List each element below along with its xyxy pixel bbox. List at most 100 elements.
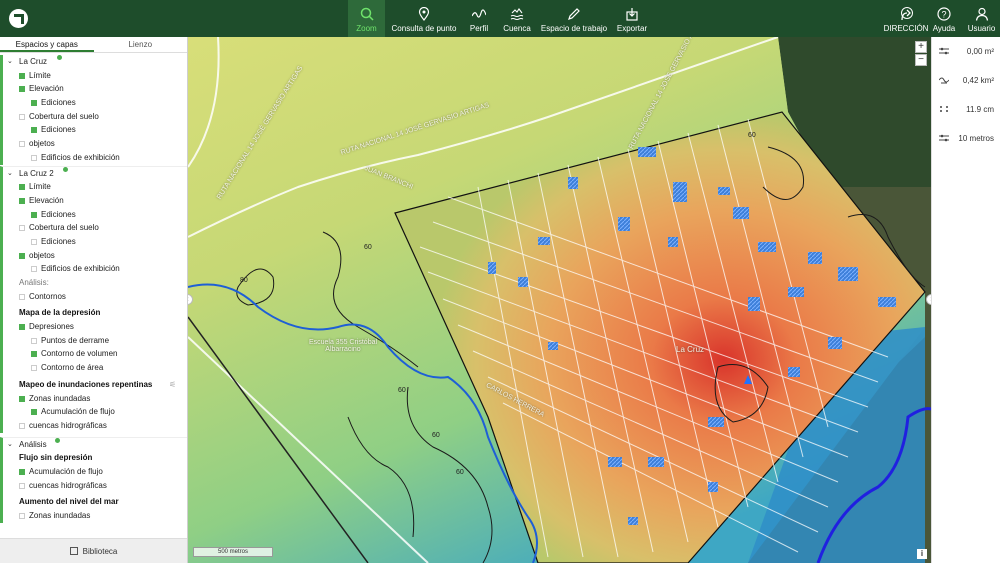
chevron-down-icon[interactable]: ⌄ xyxy=(7,167,13,181)
checkbox-checked[interactable] xyxy=(19,395,25,402)
tool-zoom[interactable]: Zoom xyxy=(348,0,385,37)
group-header[interactable]: ⌄ La Cruz 2 xyxy=(3,166,187,181)
layer-row[interactable]: objetos xyxy=(3,137,187,151)
tool-direction[interactable]: DIRECCIÓN xyxy=(884,0,928,37)
tool-help[interactable]: ? Ayuda xyxy=(931,0,957,37)
checkbox-unchecked[interactable] xyxy=(19,225,25,232)
tool-label: Perfil xyxy=(469,24,489,33)
checkbox-unchecked[interactable] xyxy=(31,266,37,273)
scale-bar: 500 metros xyxy=(193,547,273,557)
checkbox-checked[interactable] xyxy=(19,86,25,93)
layer-row[interactable]: Ediciones xyxy=(3,96,187,110)
layer-row[interactable]: cuencas hidrográficas xyxy=(3,479,187,493)
tab-canvas[interactable]: Lienzo xyxy=(94,37,188,52)
checkbox-unchecked[interactable] xyxy=(19,141,25,148)
top-toolbar: Zoom Consulta de punto Perfil Cuenca Esp… xyxy=(0,0,1000,37)
layer-label: Puntos de derrame xyxy=(41,335,110,345)
contour-label: 60 xyxy=(748,132,756,139)
info-button[interactable]: i xyxy=(917,549,927,559)
checkbox-checked[interactable] xyxy=(19,72,25,79)
layer-row[interactable]: Edificios de exhibición xyxy=(3,151,187,165)
layer-row[interactable]: Zonas inundadas xyxy=(3,392,187,406)
user-icon xyxy=(975,7,988,21)
chevron-down-icon[interactable]: ⌄ xyxy=(7,55,13,69)
checkbox-checked[interactable] xyxy=(31,351,37,358)
measure-resolution[interactable]: 11.9 cm xyxy=(932,95,1000,124)
layer-row[interactable]: Puntos de derrame xyxy=(3,334,187,348)
checkbox-checked[interactable] xyxy=(19,184,25,191)
checkbox-unchecked[interactable] xyxy=(31,154,37,161)
layer-row[interactable]: Depresiones xyxy=(3,320,187,334)
checkbox-unchecked[interactable] xyxy=(19,113,25,120)
checkbox-checked[interactable] xyxy=(19,324,25,331)
checkbox-checked[interactable] xyxy=(31,211,37,218)
checkbox-unchecked[interactable] xyxy=(31,238,37,245)
checkbox-unchecked[interactable] xyxy=(31,337,37,344)
zoom-in-button[interactable]: + xyxy=(915,41,927,53)
layer-row[interactable]: Zonas inundadas xyxy=(3,509,187,523)
group-header[interactable]: ⌄ La Cruz xyxy=(3,55,187,69)
layer-row[interactable]: cuencas hidrográficas xyxy=(3,419,187,433)
checkbox-checked[interactable] xyxy=(19,197,25,204)
layer-row[interactable]: objetos xyxy=(3,249,187,263)
layer-row[interactable]: Ediciones xyxy=(3,208,187,222)
layer-row[interactable]: Cobertura del suelo xyxy=(3,110,187,124)
layer-label: Elevación xyxy=(29,195,64,205)
layer-row[interactable]: Cobertura del suelo xyxy=(3,221,187,235)
tool-basin[interactable]: Cuenca xyxy=(501,0,533,37)
search-icon xyxy=(360,7,374,21)
checkbox-unchecked[interactable] xyxy=(19,293,25,300)
tool-workspace[interactable]: Espacio de trabajo xyxy=(539,0,609,37)
tab-spaces-layers[interactable]: Espacios y capas xyxy=(0,37,94,52)
layer-row[interactable]: Límite xyxy=(3,69,187,83)
layer-group-analysis: ⌄ Análisis Flujo sin depresión Acumulaci… xyxy=(0,436,187,523)
flood-settings-icon[interactable]: ⚟ xyxy=(169,378,176,392)
checkbox-checked[interactable] xyxy=(31,127,37,134)
layer-row[interactable]: Contorno de volumen xyxy=(3,347,187,361)
measure-km[interactable]: 0,42 km² xyxy=(932,66,1000,95)
layer-row[interactable]: Acumulación de flujo xyxy=(3,405,187,419)
tool-export[interactable]: Exportar xyxy=(614,0,650,37)
group-title: La Cruz 2 xyxy=(19,168,54,178)
section-title: Aumento del nivel del mar xyxy=(3,495,187,509)
tool-point-query[interactable]: Consulta de punto xyxy=(389,0,459,37)
layer-label: Cobertura del suelo xyxy=(29,223,99,233)
layer-row[interactable]: Contorno de área xyxy=(3,361,187,375)
measure-area[interactable]: 0,00 m² xyxy=(932,37,1000,66)
map-view[interactable]: RUTA NACIONAL 14 JOSÉ GERVASIO ARTIGAS R… xyxy=(188,37,931,563)
checkbox-unchecked[interactable] xyxy=(19,513,25,519)
tool-user[interactable]: Usuario xyxy=(965,0,998,37)
layer-row[interactable]: Edificios de exhibición xyxy=(3,262,187,276)
checkbox-unchecked[interactable] xyxy=(19,422,25,429)
measure-interval[interactable]: 10 metros xyxy=(932,124,1000,153)
layer-row[interactable]: Límite xyxy=(3,180,187,194)
tool-profile[interactable]: Perfil xyxy=(464,0,494,37)
layer-label: Acumulación de flujo xyxy=(29,466,103,476)
layer-row[interactable]: Acumulación de flujo xyxy=(3,465,187,479)
layer-row[interactable]: Elevación xyxy=(3,82,187,96)
water-basin-icon xyxy=(510,8,524,20)
layer-row[interactable]: Elevación xyxy=(3,194,187,208)
contour-label: 60 xyxy=(364,244,372,251)
chevron-down-icon[interactable]: ⌄ xyxy=(7,438,13,452)
checkbox-unchecked[interactable] xyxy=(31,365,37,372)
tool-label: Cuenca xyxy=(503,24,531,33)
section-title: Flujo sin depresión xyxy=(3,451,187,465)
layer-row[interactable]: Ediciones xyxy=(3,123,187,137)
layer-row[interactable]: Contornos xyxy=(3,290,187,304)
library-button[interactable]: Biblioteca xyxy=(0,538,187,563)
checkbox-checked[interactable] xyxy=(31,100,37,107)
checkbox-checked[interactable] xyxy=(31,409,37,416)
layer-label: Ediciones xyxy=(41,125,76,135)
layer-row[interactable]: Ediciones xyxy=(3,235,187,249)
logo[interactable] xyxy=(9,9,28,28)
layer-label: cuencas hidrográficas xyxy=(29,480,107,490)
checkbox-checked[interactable] xyxy=(19,468,25,475)
group-header[interactable]: ⌄ Análisis xyxy=(3,437,187,452)
area-icon xyxy=(939,77,949,84)
zoom-out-button[interactable]: − xyxy=(915,54,927,66)
help-icon: ? xyxy=(937,7,951,21)
checkbox-unchecked[interactable] xyxy=(19,482,25,489)
section-label: Aumento del nivel del mar xyxy=(19,497,119,507)
checkbox-checked[interactable] xyxy=(19,252,25,259)
